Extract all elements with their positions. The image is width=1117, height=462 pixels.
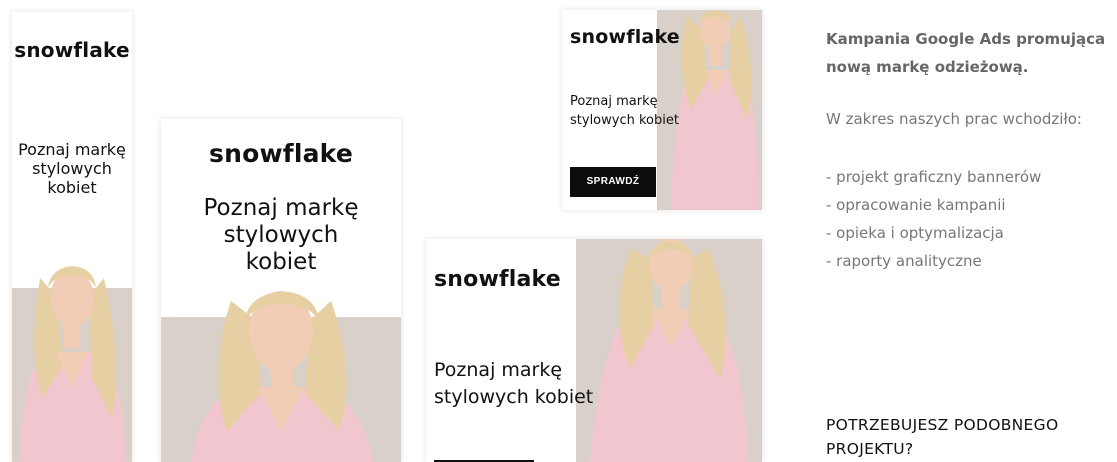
banner-skyscraper[interactable]: snowflake Poznaj markę stylowych kobiet [12,12,132,462]
brand-logo: snowflake [434,267,561,292]
banner-wide[interactable]: snowflake Poznaj markę stylowych kobiet [426,239,762,462]
campaign-title: Kampania Google Ads promująca nową markę… [826,25,1116,81]
banner-headline: Poznaj markę stylowych kobiet [434,357,593,411]
cta-line: POTRZEBUJESZ PODOBNEGO [826,416,1059,434]
banner-small[interactable]: snowflake Poznaj markę stylowych kobiet … [562,10,762,210]
sprawdz-button[interactable]: SPRAWDŹ [570,167,656,197]
headline-line: Poznaj markę [434,359,563,381]
banner-headline: Poznaj markę stylowych kobiet [570,92,679,130]
headline-line: Poznaj markę [203,195,359,221]
headline-line: stylowych kobiet [570,113,679,128]
contact-cta[interactable]: POTRZEBUJESZ PODOBNEGO PROJEKTU? [826,413,1058,461]
brand-logo: snowflake [209,139,353,168]
headline-line: Poznaj markę [570,94,658,109]
headline-line: stylowych [32,159,112,178]
headline-line: kobiet [245,249,317,275]
service-item: - projekt graficzny bannerów [826,168,1042,186]
service-item: - opracowanie kampanii [826,196,1006,214]
service-item: - opieka i optymalizacja [826,224,1004,242]
cta-line: PROJEKTU? [826,440,914,458]
headline-line: stylowych [223,222,339,248]
model-photo [20,266,126,462]
brand-logo: snowflake [570,26,680,48]
services-list: - projekt graficzny bannerów - opracowan… [826,163,1041,275]
headline-line: Poznaj markę [18,140,126,159]
service-item: - raporty analityczne [826,252,982,270]
model-photo [191,291,373,462]
model-photo [590,239,748,462]
banner-headline: Poznaj markę stylowych kobiet [12,140,132,197]
headline-line: kobiet [47,178,97,197]
brand-logo: snowflake [14,38,130,62]
banner-square[interactable]: snowflake Poznaj markę stylowych kobiet [161,119,401,462]
title-line: nową markę odzieżową. [826,58,1029,76]
title-line: Kampania Google Ads promująca [826,30,1106,48]
headline-line: stylowych kobiet [434,386,594,408]
scope-intro: W zakres naszych prac wchodziło: [826,110,1082,128]
banner-headline: Poznaj markę stylowych kobiet [161,195,401,276]
